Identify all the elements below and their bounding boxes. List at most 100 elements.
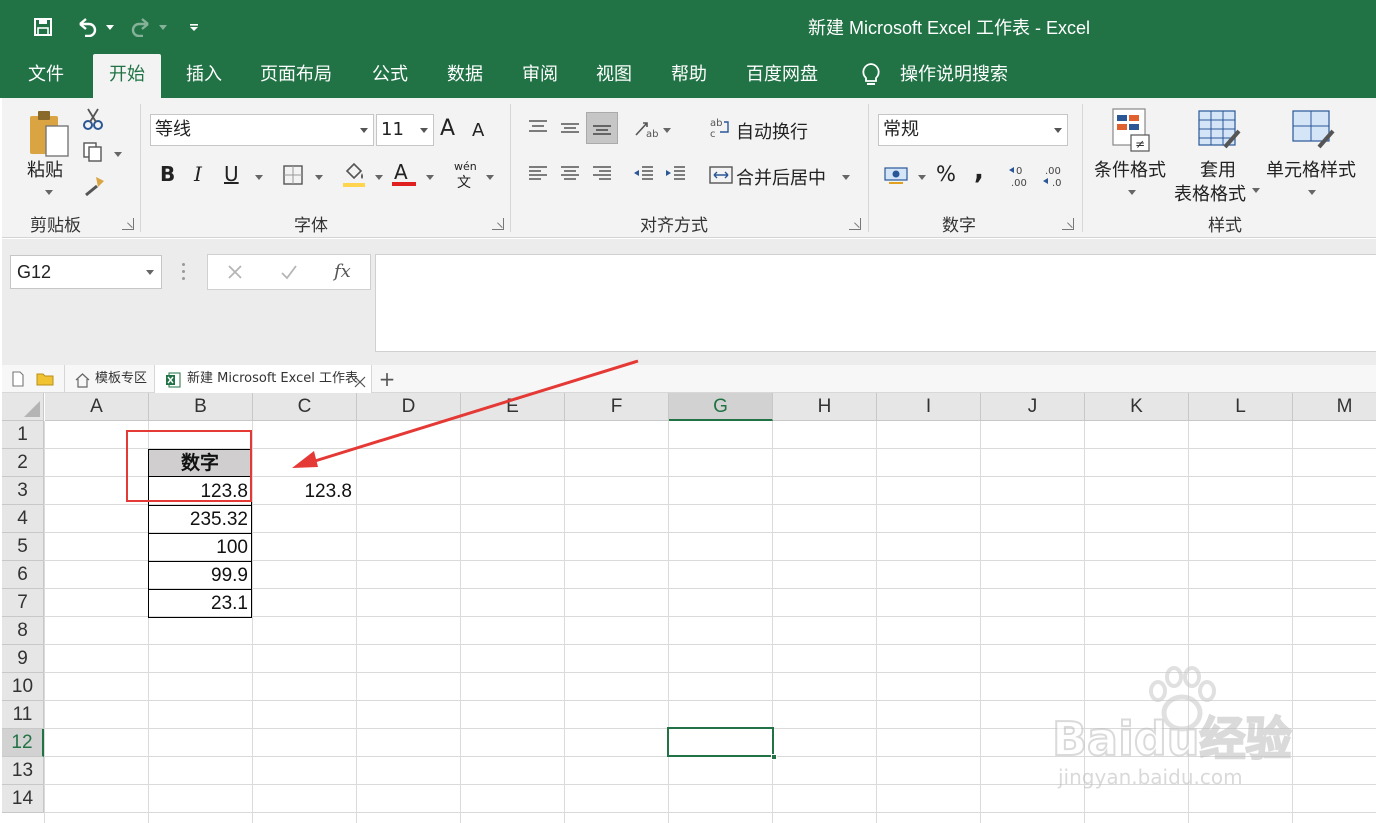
accounting-dropdown-icon[interactable] <box>918 175 926 180</box>
tab-view[interactable]: 视图 <box>596 62 632 98</box>
italic-button[interactable]: I <box>194 162 202 186</box>
tab-help[interactable]: 帮助 <box>671 62 707 98</box>
align-top-icon[interactable] <box>524 116 552 140</box>
formula-bar-grip-icon[interactable] <box>182 263 185 281</box>
undo-dropdown-icon[interactable] <box>103 14 117 40</box>
cell-styles-dropdown-icon[interactable] <box>1308 190 1316 195</box>
align-middle-icon[interactable] <box>556 116 584 140</box>
worksheet-grid[interactable]: ABCDEFGHIJKLM 1 2 3 4 5 6 7 8 9 10 11 12 13 14 数字 123… <box>0 359 1376 823</box>
paste-dropdown-icon[interactable] <box>45 190 53 195</box>
name-box[interactable]: G12 <box>10 255 162 289</box>
redo-dropdown-icon[interactable] <box>156 14 170 40</box>
tab-home[interactable]: 开始 <box>93 54 161 98</box>
cell-styles-icon[interactable] <box>1288 106 1338 154</box>
font-color-button[interactable]: A <box>394 160 408 184</box>
format-table-dropdown-icon[interactable] <box>1252 188 1260 193</box>
shrink-font-button[interactable]: A <box>472 120 484 141</box>
cell-c3[interactable]: 123.8 <box>254 478 352 505</box>
decrease-indent-icon[interactable] <box>630 162 658 186</box>
lightbulb-icon[interactable] <box>860 62 888 98</box>
new-file-icon[interactable] <box>10 370 26 388</box>
number-launcher-icon[interactable] <box>1062 218 1074 230</box>
tell-me-search[interactable]: 操作说明搜索 <box>900 62 1008 98</box>
row-header-4[interactable]: 4 <box>2 505 44 533</box>
row-header-10[interactable]: 10 <box>2 673 44 701</box>
number-format-select[interactable]: 常规 <box>878 114 1068 146</box>
copy-dropdown-icon[interactable] <box>114 152 122 157</box>
row-header-9[interactable]: 9 <box>2 645 44 673</box>
font-size-select[interactable]: 11 <box>376 114 434 146</box>
active-cell-g12[interactable] <box>667 727 777 760</box>
fill-handle[interactable] <box>771 754 777 760</box>
tab-review[interactable]: 审阅 <box>522 62 558 98</box>
phonetic-bottom[interactable]: 文 <box>457 172 471 192</box>
row-header-6[interactable]: 6 <box>2 561 44 589</box>
row-header-7[interactable]: 7 <box>2 589 44 617</box>
paste-button[interactable] <box>24 106 74 162</box>
font-name-select[interactable]: 等线 <box>150 114 374 146</box>
align-bottom-icon[interactable] <box>586 112 618 144</box>
formula-input[interactable] <box>375 254 1376 352</box>
conditional-format-button[interactable]: 条件格式 <box>1094 156 1166 182</box>
borders-dropdown-icon[interactable] <box>315 175 323 180</box>
wrap-text-button[interactable]: 自动换行 <box>736 118 808 144</box>
row-header-3[interactable]: 3 <box>2 477 44 505</box>
column-header-l[interactable]: L <box>1189 393 1293 421</box>
column-header-j[interactable]: J <box>981 393 1085 421</box>
merge-center-icon[interactable] <box>708 164 734 186</box>
column-header-h[interactable]: H <box>773 393 877 421</box>
column-header-b[interactable]: B <box>149 393 253 421</box>
tab-baidu-netdisk[interactable]: 百度网盘 <box>746 62 818 98</box>
percent-button[interactable]: % <box>936 162 956 186</box>
cell-b5[interactable]: 100 <box>150 534 248 561</box>
confirm-entry-icon[interactable] <box>278 261 300 283</box>
format-table-label-2[interactable]: 表格格式 <box>1174 180 1246 206</box>
format-painter-icon[interactable] <box>80 174 108 198</box>
row-header-13[interactable]: 13 <box>2 757 44 785</box>
row-header-1[interactable]: 1 <box>2 421 44 449</box>
tab-templates[interactable]: 模板专区 <box>64 365 152 393</box>
row-header-5[interactable]: 5 <box>2 533 44 561</box>
cell-b7[interactable]: 23.1 <box>150 590 248 617</box>
cell-b6[interactable]: 99.9 <box>150 562 248 589</box>
increase-decimal-icon[interactable]: 0.00 <box>1006 162 1036 190</box>
row-header-14[interactable]: 14 <box>2 785 44 813</box>
alignment-launcher-icon[interactable] <box>849 218 861 230</box>
merge-dropdown-icon[interactable] <box>842 175 850 180</box>
align-center-icon[interactable] <box>556 162 584 186</box>
tab-data[interactable]: 数据 <box>447 62 483 98</box>
align-right-icon[interactable] <box>588 162 616 186</box>
conditional-format-icon[interactable]: ≠ <box>1108 106 1154 154</box>
grow-font-button[interactable]: A <box>440 116 455 141</box>
column-header-m[interactable]: M <box>1293 393 1376 421</box>
column-header-i[interactable]: I <box>877 393 981 421</box>
clipboard-launcher-icon[interactable] <box>122 218 134 230</box>
underline-button[interactable]: U <box>224 162 239 186</box>
tab-formulas[interactable]: 公式 <box>372 62 408 98</box>
select-all-button[interactable] <box>2 393 44 421</box>
save-icon[interactable] <box>30 14 56 40</box>
folder-icon[interactable] <box>36 370 54 388</box>
customize-qat-icon[interactable] <box>184 14 204 40</box>
redo-icon[interactable] <box>126 14 156 40</box>
row-header-12[interactable]: 12 <box>2 729 44 757</box>
undo-icon[interactable] <box>72 14 102 40</box>
tab-page-layout[interactable]: 页面布局 <box>260 62 332 98</box>
conditional-format-dropdown-icon[interactable] <box>1128 190 1136 195</box>
increase-indent-icon[interactable] <box>662 162 690 186</box>
borders-icon[interactable] <box>280 162 306 188</box>
row-header-11[interactable]: 11 <box>2 701 44 729</box>
phonetic-dropdown-icon[interactable] <box>486 175 494 180</box>
align-left-icon[interactable] <box>524 162 552 186</box>
row-header-2[interactable]: 2 <box>2 449 44 477</box>
copy-icon[interactable] <box>80 140 106 164</box>
format-as-table-icon[interactable] <box>1194 106 1244 154</box>
cell-styles-button[interactable]: 单元格样式 <box>1266 156 1356 182</box>
bold-button[interactable]: B <box>160 162 175 186</box>
fill-color-icon[interactable] <box>340 160 368 190</box>
accounting-format-icon[interactable] <box>882 162 912 188</box>
underline-dropdown-icon[interactable] <box>255 175 263 180</box>
comma-button[interactable]: , <box>974 156 984 186</box>
font-color-dropdown-icon[interactable] <box>426 175 434 180</box>
insert-function-button[interactable]: fx <box>334 261 351 282</box>
